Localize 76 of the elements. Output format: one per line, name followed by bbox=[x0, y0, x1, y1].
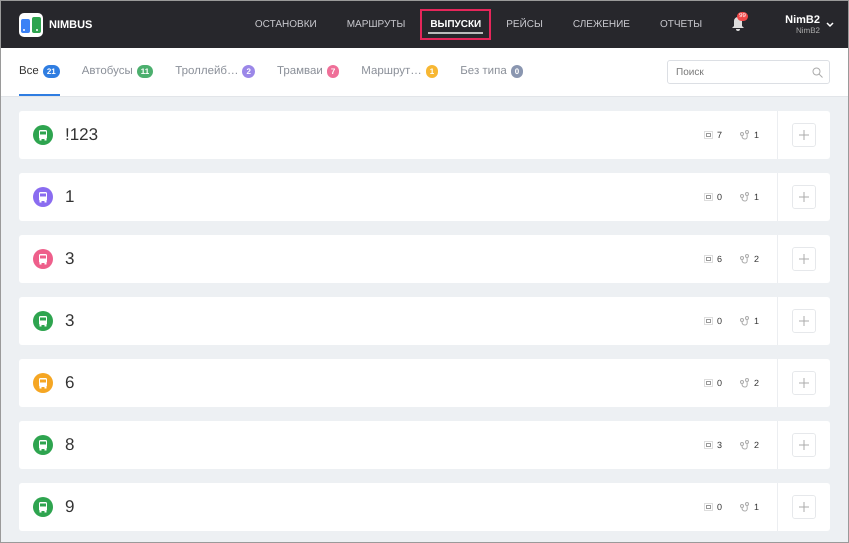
release-name: 3 bbox=[65, 249, 76, 269]
route-count: 1 bbox=[754, 502, 759, 512]
count-badge: 0 bbox=[510, 64, 524, 78]
release-name: 1 bbox=[65, 187, 76, 207]
nav-item[interactable]: ОТЧЕТЫ bbox=[644, 9, 718, 40]
add-button[interactable] bbox=[792, 309, 816, 333]
user-name: NimB2 bbox=[785, 14, 820, 26]
add-button[interactable] bbox=[792, 495, 816, 519]
release-name: 3 bbox=[65, 311, 76, 331]
release-name: !123 bbox=[65, 125, 100, 145]
search-field[interactable]: Поиск bbox=[667, 60, 830, 84]
release-card[interactable]: 3 0 1 bbox=[19, 297, 830, 345]
vehicle-icon bbox=[704, 255, 713, 263]
route-count: 2 bbox=[754, 254, 759, 264]
route-count: 2 bbox=[754, 440, 759, 450]
plus-icon bbox=[799, 130, 809, 140]
vehicle-icon bbox=[704, 503, 713, 511]
plus-icon bbox=[799, 378, 809, 388]
count-badge: 2 bbox=[242, 64, 255, 78]
route-icon bbox=[740, 254, 750, 264]
release-card[interactable]: !123 7 1 bbox=[19, 111, 830, 159]
nav-item[interactable]: СЛЕЖЕНИЕ bbox=[558, 9, 645, 40]
vehicle-count: 0 bbox=[716, 316, 722, 326]
nav-item[interactable]: ВЫПУСКИ bbox=[420, 9, 492, 40]
plus-icon bbox=[799, 440, 809, 450]
nav-item[interactable]: РЕЙСЫ bbox=[491, 9, 558, 40]
route-icon bbox=[740, 378, 750, 388]
route-icon bbox=[740, 502, 750, 512]
user-login: NimB2 bbox=[796, 26, 820, 35]
vehicle-count: 6 bbox=[716, 254, 722, 264]
route-icon bbox=[740, 440, 750, 450]
release-card[interactable]: 8 3 2 bbox=[19, 421, 830, 469]
vehicle-icon bbox=[704, 441, 713, 449]
release-card[interactable]: 1 0 1 bbox=[19, 173, 830, 221]
search-icon bbox=[812, 67, 823, 78]
filter-tab[interactable]: Все 21 bbox=[19, 48, 60, 96]
logo-icon bbox=[19, 12, 43, 36]
plus-icon bbox=[799, 192, 809, 202]
route-count: 1 bbox=[754, 130, 759, 140]
add-button[interactable] bbox=[792, 123, 816, 147]
route-icon bbox=[740, 192, 750, 202]
nav-item[interactable]: ОСТАНОВКИ bbox=[240, 9, 332, 40]
route-count: 2 bbox=[754, 378, 759, 388]
release-name: 9 bbox=[65, 497, 76, 517]
vehicle-count: 3 bbox=[716, 440, 722, 450]
chevron-down-icon[interactable] bbox=[826, 22, 834, 28]
plus-icon bbox=[799, 254, 809, 264]
count-badge: 1 bbox=[426, 64, 438, 78]
add-button[interactable] bbox=[792, 185, 816, 209]
vehicle-icon bbox=[704, 193, 713, 201]
vehicle-icon bbox=[704, 131, 713, 139]
vehicle-count: 0 bbox=[716, 378, 722, 388]
vehicle-count: 0 bbox=[716, 502, 722, 512]
count-badge: 7 bbox=[326, 64, 340, 78]
count-badge: 11 bbox=[136, 64, 154, 78]
add-button[interactable] bbox=[792, 433, 816, 457]
release-card[interactable]: 6 0 2 bbox=[19, 359, 830, 407]
add-button[interactable] bbox=[792, 371, 816, 395]
route-icon bbox=[740, 130, 750, 140]
release-name: 8 bbox=[65, 435, 76, 455]
release-name: 6 bbox=[65, 373, 76, 393]
vehicle-count: 7 bbox=[716, 130, 722, 140]
plus-icon bbox=[799, 502, 809, 512]
nav-item[interactable]: МАРШРУТЫ bbox=[332, 9, 420, 40]
count-badge: 21 bbox=[42, 64, 60, 78]
vehicle-icon bbox=[704, 317, 713, 325]
logo-text: NIMBUS bbox=[49, 18, 92, 30]
release-card[interactable]: 9 0 1 bbox=[19, 483, 830, 531]
route-icon bbox=[740, 316, 750, 326]
add-button[interactable] bbox=[792, 247, 816, 271]
route-count: 1 bbox=[754, 192, 759, 202]
route-count: 1 bbox=[754, 316, 759, 326]
vehicle-count: 0 bbox=[716, 192, 722, 202]
vehicle-icon bbox=[704, 379, 713, 387]
plus-icon bbox=[799, 316, 809, 326]
release-card[interactable]: 3 6 2 bbox=[19, 235, 830, 283]
